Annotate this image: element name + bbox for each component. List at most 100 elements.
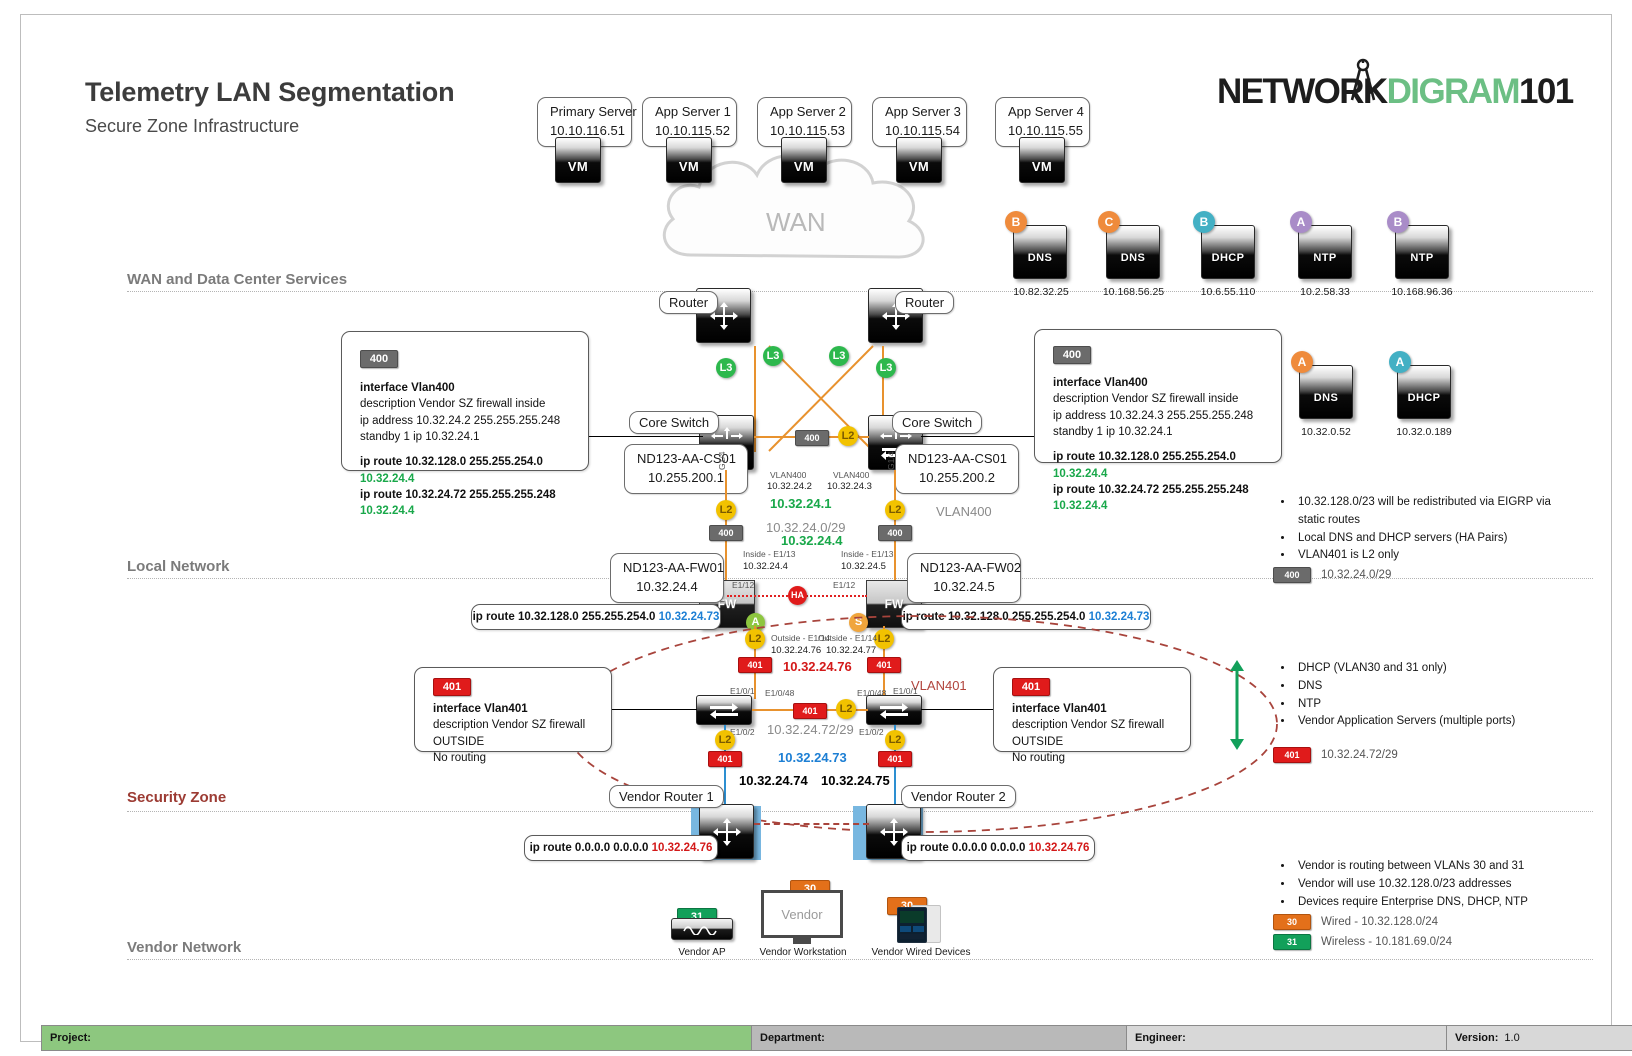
vm-icon-1: VM (678, 158, 700, 174)
note-bottom-0: Vendor is routing between VLANs 30 and 3… (1294, 858, 1576, 876)
footer-project: Project: (42, 1026, 752, 1050)
sz-switch-icon-0[interactable] (696, 695, 752, 725)
monitor-stand (793, 938, 811, 944)
service-badge-0: B (1005, 211, 1027, 233)
core-switch-label-0: Core Switch (629, 411, 720, 434)
szcfg-right-line3: No routing (1012, 751, 1066, 764)
workstation-screen-text: Vendor (781, 906, 823, 922)
ha-badge: HA (788, 586, 807, 605)
section-divider-vendor (127, 959, 1593, 960)
fw-ha-port-1: E1/12 (833, 580, 856, 590)
config-note-vlan401-right: 401 interface Vlan401 description Vendor… (993, 667, 1191, 764)
cfg-right-route2: ip route 10.32.24.72 255.255.255.248 (1053, 483, 1249, 496)
vm-icon-2: VM (793, 158, 815, 174)
footer-engineer: Engineer: (1127, 1026, 1447, 1050)
sz-switch-icon-1[interactable] (866, 695, 922, 725)
service-icon-dns-1[interactable]: DNS (1106, 225, 1160, 279)
service-icon-dns-local[interactable]: DNS (1299, 365, 1353, 419)
server-icon-0[interactable]: VM (555, 137, 601, 183)
vendor-route-nh-0: 10.32.24.76 (651, 841, 713, 854)
router-label-0: Router (659, 291, 719, 314)
core-switch-label-1: Core Switch (892, 411, 983, 434)
vendor-route-text-1: ip route 0.0.0.0 0.0.0.0 (906, 841, 1029, 854)
badge-l3-0: L3 (716, 358, 736, 378)
service-icon-ntp-0[interactable]: NTP (1298, 225, 1352, 279)
legend-row-0: 400 10.32.24.0/29 (1273, 567, 1391, 583)
service-label-0: DNS (1027, 252, 1053, 264)
szcfg-right-line1: interface Vlan401 (1012, 703, 1107, 715)
vlan-tag-400-fw2: 400 (878, 525, 912, 541)
service-icon-ntp-1[interactable]: NTP (1395, 225, 1449, 279)
switch-arrows-icon (710, 703, 738, 719)
core-vlan-0: VLAN400 (770, 470, 807, 480)
config-note-vlan400-right: 400 interface Vlan400 description Vendor… (1034, 329, 1282, 512)
cfg-right-line2: description Vendor SZ firewall inside (1053, 393, 1239, 406)
cfg-left-line3: ip address 10.32.24.2 255.255.255.248 (360, 414, 561, 427)
vm-icon-3: VM (908, 158, 930, 174)
service-icon-dhcp-0[interactable]: DHCP (1201, 225, 1255, 279)
core-switch-ip-0: 10.255.200.1 (648, 469, 724, 485)
vlan-tag-401-vr1: 401 (708, 751, 742, 767)
note-mid-3: Vendor Application Servers (multiple por… (1294, 713, 1576, 731)
server-icon-1[interactable]: VM (666, 137, 712, 183)
vendor-device-label-0: Vendor AP (678, 947, 726, 958)
switch-arrows-icon (880, 703, 908, 719)
legend-tag-0: 400 (1273, 567, 1311, 583)
server-icon-2[interactable]: VM (781, 137, 827, 183)
vendor-workstation-icon[interactable]: Vendor (761, 890, 843, 938)
core-switch-name-1: ND123-AA-CS01 (908, 451, 1007, 466)
service-icon-dhcp-local[interactable]: DHCP (1397, 365, 1451, 419)
vendor-device-label-2: Vendor Wired Devices (871, 947, 971, 958)
note-top-2: VLAN401 is L2 only (1294, 547, 1576, 565)
vendor-wired-device-icon[interactable] (897, 907, 927, 943)
service-ip-0: 10.82.32.25 (1013, 286, 1069, 298)
footer-department: Department: (752, 1026, 1127, 1050)
vendor-router-ip-1: 10.32.24.75 (821, 773, 890, 788)
vlan-tag-401-trunk: 401 (793, 703, 827, 719)
service-local-label-0: DNS (1313, 392, 1339, 404)
traffic-direction-arrow (1230, 660, 1244, 750)
config-tag-right: 400 (1053, 346, 1091, 364)
server-icon-4[interactable]: VM (1019, 137, 1065, 183)
link-szcfg-right (921, 709, 994, 710)
config-body-left: interface Vlan400 description Vendor SZ … (360, 380, 580, 520)
legend-row-3: 31 Wireless - 10.181.69.0/24 (1273, 934, 1452, 950)
monitor-screen-icon (900, 911, 924, 939)
notes-top: 10.32.128.0/23 will be redistributed via… (1276, 494, 1576, 565)
compass-icon (1350, 58, 1376, 101)
szcfg-left-line1: interface Vlan401 (433, 703, 528, 715)
szcfg-right-line2: description Vendor SZ firewall OUTSIDE (1012, 719, 1165, 748)
badge-l2-trunk: L2 (838, 426, 858, 446)
config-note-vlan400-left: 400 interface Vlan400 description Vendor… (341, 331, 589, 517)
fw-inside-port-0: Inside - E1/13 (743, 549, 796, 559)
server-icon-3[interactable]: VM (896, 137, 942, 183)
fw-ha-port-0: E1/12 (732, 580, 755, 590)
cfg-left-route2-nh: 10.32.24.4 (360, 505, 415, 518)
sz-config-body-left: interface Vlan401 description Vendor SZ … (433, 701, 611, 766)
badge-l2-fw2: L2 (885, 500, 905, 520)
note-top-0: 10.32.128.0/23 will be redistributed via… (1294, 494, 1576, 530)
vendor-ap-icon[interactable] (671, 918, 733, 940)
footer-version-value: 1.0 (1504, 1032, 1520, 1044)
wan-label: WAN (766, 207, 826, 237)
sz-config-tag-left: 401 (433, 678, 471, 696)
service-label-3: NTP (1313, 252, 1337, 264)
server-name-0: Primary Server (550, 104, 637, 119)
firewall-info-0: ND123-AA-FW01 10.32.24.4 (610, 553, 724, 603)
vlan-tag-401-1: 401 (867, 657, 901, 673)
server-name-4: App Server 4 (1008, 104, 1084, 119)
service-label-1: DNS (1120, 252, 1146, 264)
szsw-port-p48-0: E1/0/48 (765, 688, 795, 698)
service-icon-dns-0[interactable]: DNS (1013, 225, 1067, 279)
footer-bar: Project: Department: Engineer: Version: … (41, 1025, 1632, 1051)
legend-row-1: 401 10.32.24.72/29 (1273, 747, 1398, 763)
vlan400-gateway-ip: 10.32.24.1 (770, 496, 832, 511)
cfg-right-route1-nh: 10.32.24.4 (1053, 467, 1108, 480)
footer-version-label: Version: (1455, 1032, 1499, 1044)
logo-text-di: DI (1386, 72, 1420, 111)
firewall-ip-1: 10.32.24.5 (933, 578, 995, 594)
vlan401-vip: 10.32.24.76 (783, 659, 852, 674)
vendor-router-ip-0: 10.32.24.74 (739, 773, 808, 788)
vendor-route-nh-1: 10.32.24.76 (1028, 841, 1090, 854)
cfg-left-route2: ip route 10.32.24.72 255.255.255.248 (360, 488, 556, 501)
